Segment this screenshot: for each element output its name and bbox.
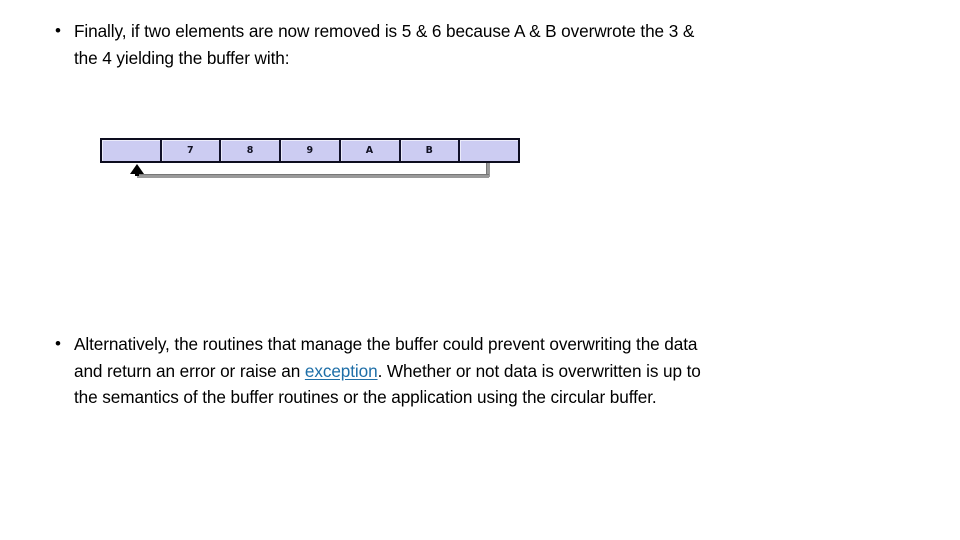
bullet-paragraph-2: • Alternatively, the routines that manag…: [52, 331, 914, 411]
buffer-cell: [460, 140, 519, 161]
exception-link[interactable]: exception: [305, 361, 378, 381]
bullet-2-line-2: and return an error or raise an exceptio…: [74, 358, 914, 385]
bullet-1-line-2: the 4 yielding the buffer with:: [74, 47, 290, 68]
up-arrow-icon: [130, 164, 144, 174]
bullet-2-line-1: Alternatively, the routines that manage …: [74, 334, 698, 354]
bullet-2-line-3: the semantics of the buffer routines or …: [74, 387, 657, 407]
pointer-horizontal-line: [137, 174, 489, 178]
bullet-paragraph-1-text: Finally, if two elements are now removed…: [74, 18, 908, 71]
buffer-cell: 7: [161, 140, 222, 161]
buffer-cell-label: 7: [187, 145, 195, 156]
bullet-marker: •: [55, 334, 61, 353]
bullet-paragraph-1: • Finally, if two elements are now remov…: [52, 18, 908, 71]
buffer-cell-label: A: [365, 145, 374, 156]
slide-canvas: • Finally, if two elements are now remov…: [0, 0, 960, 540]
bullet-1-line-1: Finally, if two elements are now removed…: [74, 21, 695, 41]
bullet-2-line-2-suffix: . Whether or not data is overwritten is …: [377, 360, 701, 381]
buffer-cell: A: [340, 140, 401, 161]
buffer-cell-label: 9: [306, 145, 314, 156]
buffer-cell-row: 7 8 9 A B: [100, 138, 520, 163]
buffer-cell-label: B: [425, 145, 434, 156]
bullet-marker: •: [55, 21, 61, 40]
buffer-cell: B: [400, 140, 461, 161]
circular-buffer-diagram: 7 8 9 A B: [100, 138, 524, 186]
bullet-2-line-2-prefix: and return an error or raise an: [74, 360, 305, 381]
buffer-cell: [102, 140, 162, 161]
bullet-paragraph-2-text: Alternatively, the routines that manage …: [74, 331, 914, 411]
buffer-cell: 8: [221, 140, 282, 161]
buffer-cell: 9: [281, 140, 341, 161]
buffer-cell-label: 8: [246, 145, 254, 156]
